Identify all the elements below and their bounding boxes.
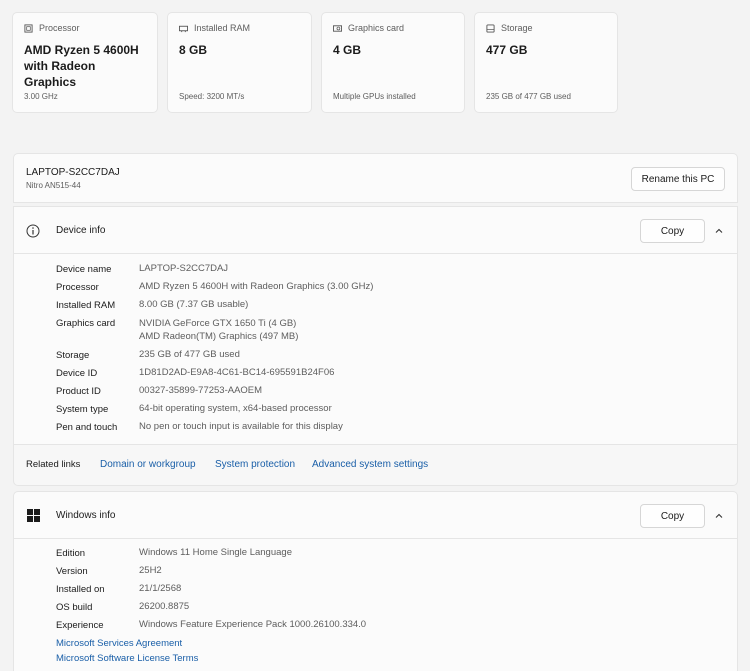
experience-label: Experience <box>56 620 104 631</box>
ram-card-title: Installed RAM <box>194 23 251 33</box>
graphics-card-value: 4 GB <box>333 43 362 57</box>
installed-on-label: Installed on <box>56 584 105 595</box>
device-info-body: Device name LAPTOP-S2CC7DAJ Processor AM… <box>13 254 738 445</box>
graphics-card-label: Graphics card <box>56 318 116 329</box>
ram-card-header: Installed RAM <box>179 23 250 33</box>
license-terms-link[interactable]: Microsoft Software License Terms <box>56 653 198 664</box>
windows-info-chevron-up-icon[interactable] <box>712 509 726 523</box>
graphics-card-icon <box>333 24 342 32</box>
related-links-bar: Related links Domain or workgroup System… <box>13 445 738 486</box>
windows-logo-icon <box>27 509 40 522</box>
device-id-label: Device ID <box>56 368 98 379</box>
device-info-chevron-up-icon[interactable] <box>712 224 726 238</box>
processor-card-header: Processor <box>24 23 80 33</box>
processor-label: Processor <box>56 282 99 293</box>
product-id-value: 00327-35899-77253-AAOEM <box>139 385 263 396</box>
device-info-title: Device info <box>56 225 106 236</box>
device-id-value: 1D81D2AD-E9A8-4C61-BC14-695591B24F06 <box>139 367 335 378</box>
pc-name-panel: LAPTOP-S2CC7DAJ Nitro AN515-44 Rename th… <box>13 153 738 203</box>
experience-value: Windows Feature Experience Pack 1000.261… <box>139 619 367 630</box>
installed-ram-value: 8.00 GB (7.37 GB usable) <box>139 299 249 310</box>
installed-on-value: 21/1/2568 <box>139 583 182 594</box>
storage-card: Storage 477 GB 235 GB of 477 GB used <box>474 12 618 113</box>
advanced-system-settings-link[interactable]: Advanced system settings <box>312 459 428 470</box>
system-type-label: System type <box>56 404 109 415</box>
processor-value: AMD Ryzen 5 4600H with Radeon Graphics (… <box>139 281 374 292</box>
processor-card-value: AMD Ryzen 5 4600H with Radeon Graphics <box>24 43 139 89</box>
graphics-card-sub: Multiple GPUs installed <box>333 92 416 101</box>
device-info-header[interactable]: Device info Copy <box>13 206 738 254</box>
processor-card: Processor AMD Ryzen 5 4600H with Radeon … <box>12 12 158 113</box>
processor-icon <box>24 23 33 33</box>
storage-card-header: Storage <box>486 23 533 33</box>
installed-ram-label: Installed RAM <box>56 300 116 311</box>
device-info-copy-button[interactable]: Copy <box>640 219 705 243</box>
pen-touch-value: No pen or touch input is available for t… <box>139 421 343 432</box>
ram-card: Installed RAM 8 GB Speed: 3200 MT/s <box>167 12 312 113</box>
os-build-label: OS build <box>56 602 93 613</box>
graphics-card-value-2: AMD Radeon(TM) Graphics (497 MB) <box>139 331 299 342</box>
graphics-card-header: Graphics card <box>333 23 404 33</box>
graphics-card-value-1: NVIDIA GeForce GTX 1650 Ti (4 GB) <box>139 318 297 329</box>
edition-label: Edition <box>56 548 86 559</box>
system-type-value: 64-bit operating system, x64-based proce… <box>139 403 332 414</box>
ram-card-value: 8 GB <box>179 43 208 57</box>
storage-card-value: 477 GB <box>486 43 528 57</box>
windows-info-body: Edition Windows 11 Home Single Language … <box>13 539 738 671</box>
graphics-card-card: Graphics card 4 GB Multiple GPUs install… <box>321 12 465 113</box>
device-name-label: Device name <box>56 264 112 275</box>
system-protection-link[interactable]: System protection <box>215 459 295 470</box>
related-links-label: Related links <box>26 459 81 470</box>
version-value: 25H2 <box>139 565 162 576</box>
windows-info-header[interactable]: Windows info Copy <box>13 491 738 539</box>
device-name-value: LAPTOP-S2CC7DAJ <box>139 263 229 274</box>
info-icon <box>26 224 40 238</box>
pc-name: LAPTOP-S2CC7DAJ <box>26 167 120 178</box>
rename-pc-button[interactable]: Rename this PC <box>631 167 725 191</box>
edition-value: Windows 11 Home Single Language <box>139 547 292 558</box>
os-build-value: 26200.8875 <box>139 601 190 612</box>
storage-card-sub: 235 GB of 477 GB used <box>486 92 571 101</box>
ram-icon <box>179 25 188 32</box>
product-id-label: Product ID <box>56 386 101 397</box>
pen-touch-label: Pen and touch <box>56 422 118 433</box>
version-label: Version <box>56 566 88 577</box>
storage-card-title: Storage <box>501 23 533 33</box>
processor-card-title: Processor <box>39 23 80 33</box>
windows-info-copy-button[interactable]: Copy <box>640 504 705 528</box>
ram-card-sub: Speed: 3200 MT/s <box>179 92 245 101</box>
storage-label: Storage <box>56 350 90 361</box>
services-agreement-link[interactable]: Microsoft Services Agreement <box>56 638 182 649</box>
graphics-card-title: Graphics card <box>348 23 405 33</box>
processor-card-sub: 3.00 GHz <box>24 92 58 101</box>
pc-model: Nitro AN515-44 <box>26 181 81 190</box>
storage-icon <box>486 23 495 33</box>
storage-value: 235 GB of 477 GB used <box>139 349 240 360</box>
windows-info-title: Windows info <box>56 510 116 521</box>
domain-workgroup-link[interactable]: Domain or workgroup <box>100 459 196 470</box>
